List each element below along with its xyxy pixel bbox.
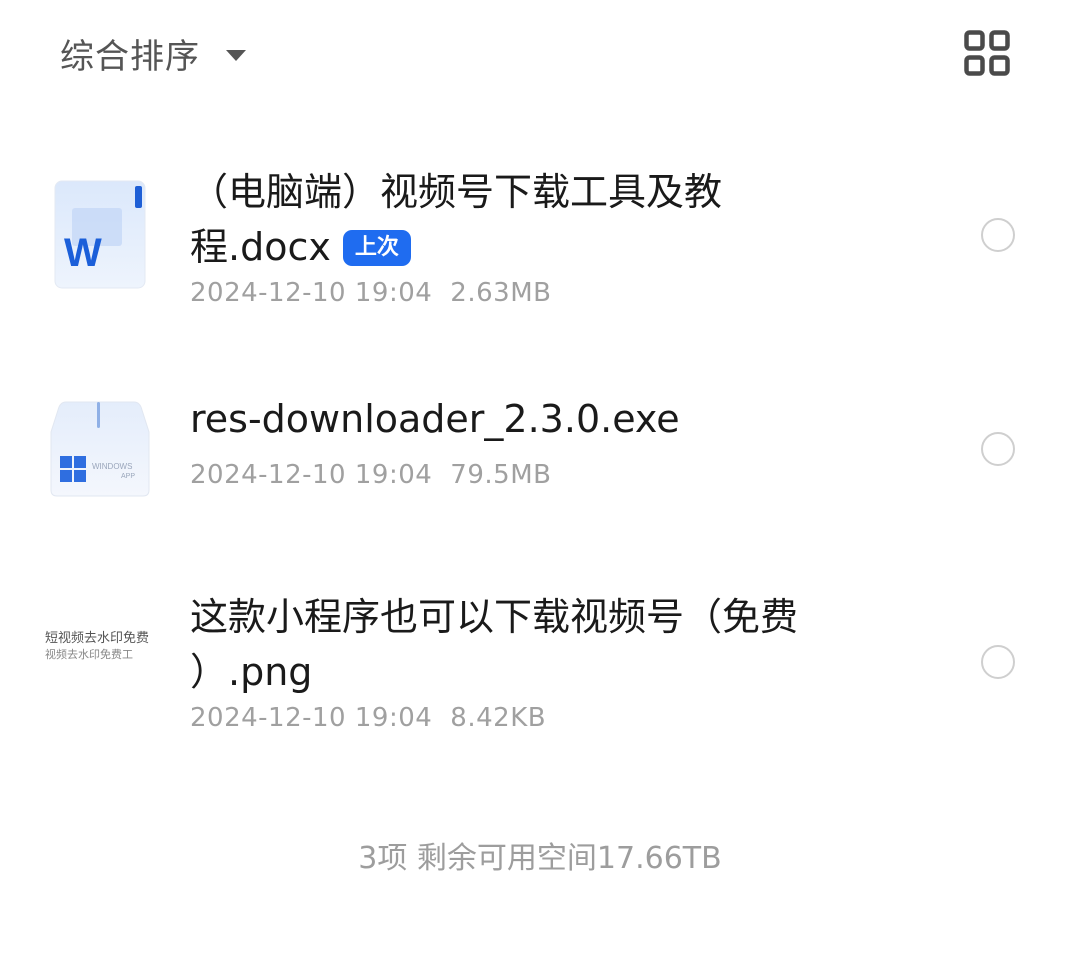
file-name-line1: res-downloader_2.3.0.exe: [190, 397, 680, 441]
file-name-line2: ）.png: [190, 650, 313, 694]
toolbar: 综合排序: [0, 0, 1080, 110]
caret-down-icon: [226, 49, 246, 61]
sort-button[interactable]: 综合排序: [60, 28, 246, 78]
grid-view-icon[interactable]: [964, 30, 1010, 76]
windows-app-icon: WINDOWS APP: [50, 398, 150, 508]
file-name: （电脑端）视频号下载工具及教 程.docx 上次: [190, 165, 890, 275]
select-radio[interactable]: [981, 432, 1015, 466]
file-row-docx[interactable]: W （电脑端）视频号下载工具及教 程.docx 上次 2024-12-10 19:…: [0, 150, 1080, 330]
select-radio[interactable]: [981, 645, 1015, 679]
file-list-page: 综合排序 W （电脑端）视频号下载工具及教 程.docx 上次 2024-12-…: [0, 0, 1080, 975]
file-row-png[interactable]: 短视频去水印免费 视频去水印免费工 这款小程序也可以下载视频号（免费 ）.png…: [0, 580, 1080, 750]
sort-label: 综合排序: [60, 36, 200, 77]
file-date: 2024-12-10 19:04: [190, 703, 433, 733]
file-name: res-downloader_2.3.0.exe: [190, 392, 890, 447]
file-size: 8.42KB: [450, 703, 547, 733]
storage-summary: 3项 剩余可用空间17.66TB: [358, 841, 722, 876]
file-date: 2024-12-10 19:04: [190, 460, 433, 490]
image-thumbnail: 短视频去水印免费 视频去水印免费工: [45, 630, 153, 670]
select-radio[interactable]: [981, 218, 1015, 252]
thumbnail-text-line1: 短视频去水印免费: [45, 631, 150, 646]
file-name: 这款小程序也可以下载视频号（免费 ）.png: [190, 590, 890, 700]
file-meta: 2024-12-10 19:04 2.63MB: [190, 278, 551, 308]
file-size: 2.63MB: [450, 278, 552, 308]
file-meta: 2024-12-10 19:04 79.5MB: [190, 460, 551, 490]
svg-text:W: W: [64, 231, 102, 275]
last-opened-badge: 上次: [342, 230, 411, 266]
windows-icon-label: WINDOWS: [92, 462, 133, 471]
file-size: 79.5MB: [450, 460, 552, 490]
file-date: 2024-12-10 19:04: [190, 278, 433, 308]
windows-icon-sublabel: APP: [121, 473, 136, 480]
file-meta: 2024-12-10 19:04 8.42KB: [190, 703, 546, 733]
file-name-line1: （电脑端）视频号下载工具及教: [190, 170, 723, 214]
word-document-icon: W: [50, 178, 150, 289]
thumbnail-text-line2: 视频去水印免费工: [45, 648, 133, 661]
file-row-exe[interactable]: WINDOWS APP res-downloader_2.3.0.exe 202…: [0, 370, 1080, 530]
file-name-line1: 这款小程序也可以下载视频号（免费: [190, 595, 799, 639]
file-name-line2: 程.docx: [190, 225, 331, 269]
